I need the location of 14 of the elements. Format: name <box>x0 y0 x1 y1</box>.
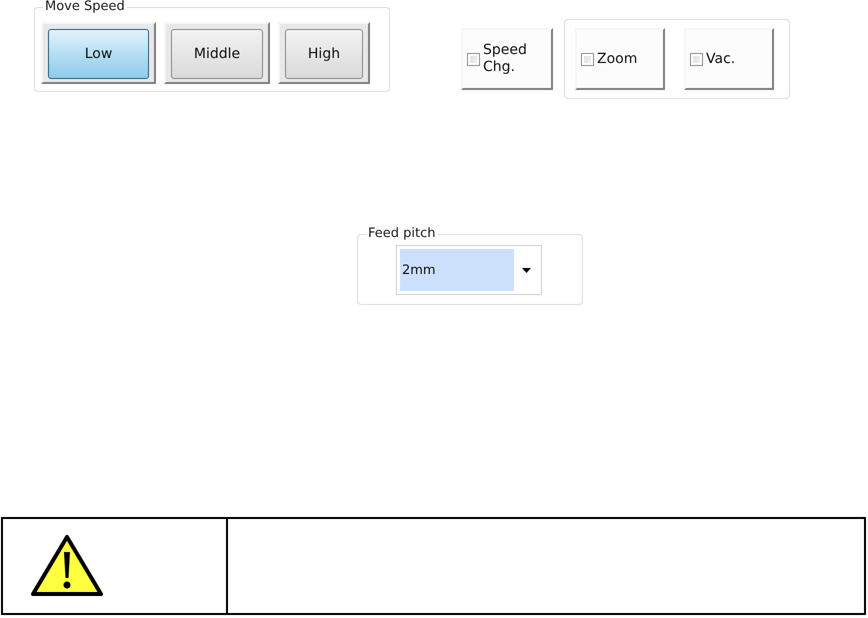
toggle-button[interactable]: Zoom <box>575 28 665 90</box>
checkbox[interactable] <box>581 52 594 66</box>
group-title: Feed pitch <box>367 227 436 241</box>
speed-change-button[interactable]: Speed Chg. <box>461 28 553 90</box>
group-title: Move Speed <box>44 0 126 14</box>
checkbox[interactable] <box>467 52 480 66</box>
toggle-button[interactable]: Vac. <box>684 28 774 90</box>
speed-button[interactable]: Middle <box>164 22 270 84</box>
checkbox[interactable] <box>690 52 703 66</box>
warning-icon <box>31 534 103 598</box>
speed-button[interactable]: Low <box>41 22 156 84</box>
feed-pitch-dropdown[interactable]: 2mm <box>396 245 542 295</box>
speed-button[interactable]: High <box>278 22 370 84</box>
caret-icon <box>522 268 530 272</box>
